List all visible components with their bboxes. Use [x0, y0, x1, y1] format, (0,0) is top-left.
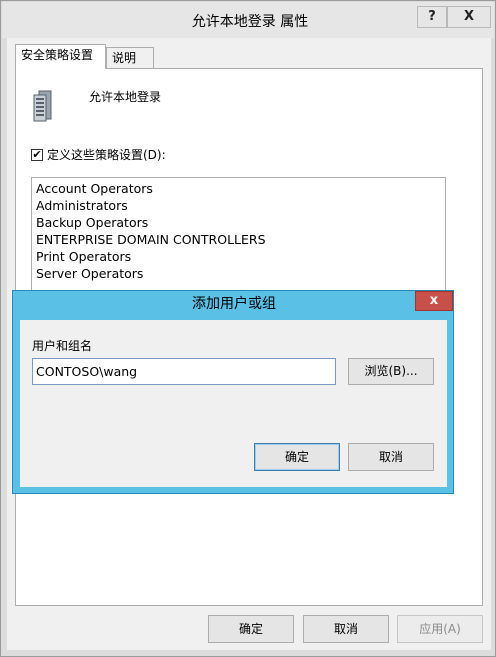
define-settings-label[interactable]: 定义这些策略设置(D): — [47, 146, 166, 163]
tab-security-policy[interactable]: 安全策略设置 — [15, 44, 106, 69]
list-item[interactable]: Server Operators — [36, 265, 143, 282]
define-settings-checkbox[interactable]: ✔ — [31, 149, 43, 161]
list-item[interactable]: Print Operators — [36, 248, 131, 265]
tab-explain[interactable]: 说明 — [106, 47, 154, 68]
members-listbox[interactable]: Account Operators Administrators Backup … — [31, 177, 446, 292]
dialog-client-area: 用户和组名 CONTOSO\wang 浏览(B)... 确定 取消 — [20, 320, 447, 487]
dialog-close-button[interactable]: x — [415, 291, 453, 311]
list-item[interactable]: Administrators — [36, 197, 128, 214]
dialog-ok-button[interactable]: 确定 — [254, 443, 340, 471]
policy-name: 允许本地登录 — [89, 90, 162, 104]
apply-button[interactable]: 应用(A) — [397, 615, 483, 643]
server-policy-icon — [33, 90, 57, 122]
add-user-dialog: 添加用户或组 x 用户和组名 CONTOSO\wang 浏览(B)... 确定 … — [12, 290, 454, 494]
cancel-button[interactable]: 取消 — [303, 615, 389, 643]
dialog-cancel-button[interactable]: 取消 — [348, 443, 434, 471]
browse-button[interactable]: 浏览(B)... — [348, 358, 434, 385]
list-item[interactable]: ENTERPRISE DOMAIN CONTROLLERS — [36, 231, 266, 248]
close-button[interactable]: X — [447, 6, 491, 28]
user-group-name-input[interactable]: CONTOSO\wang — [32, 358, 336, 385]
ok-button[interactable]: 确定 — [208, 615, 294, 643]
list-item[interactable]: Backup Operators — [36, 214, 148, 231]
user-group-name-label: 用户和组名 — [32, 339, 93, 353]
list-item[interactable]: Account Operators — [36, 180, 153, 197]
help-button[interactable]: ? — [417, 6, 447, 28]
dialog-title[interactable]: 添加用户或组 — [13, 293, 455, 315]
